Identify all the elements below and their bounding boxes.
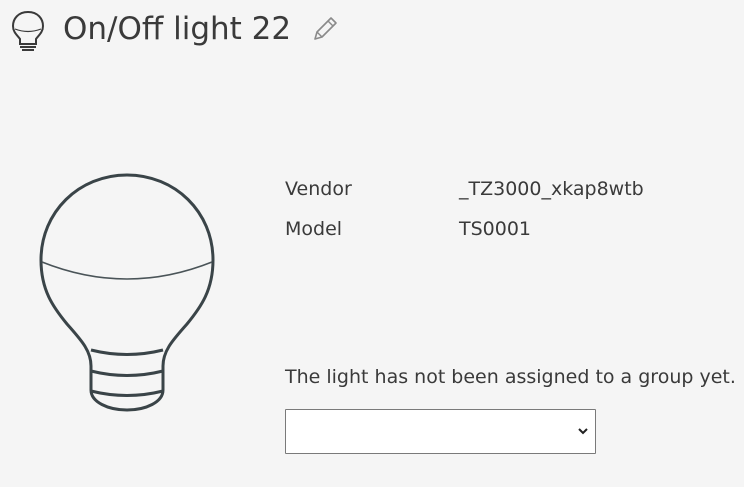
group-status-text: The light has not been assigned to a gro… xyxy=(285,366,736,388)
lightbulb-illustration xyxy=(39,173,215,412)
lightbulb-icon xyxy=(11,10,45,51)
page-title: On/Off light 22 xyxy=(63,11,292,47)
pencil-icon[interactable] xyxy=(310,14,340,44)
chevron-down-icon xyxy=(578,428,588,435)
model-label: Model xyxy=(285,218,343,240)
vendor-label: Vendor xyxy=(285,178,352,200)
vendor-value: _TZ3000_xkap8wtb xyxy=(459,178,644,200)
page-header: On/Off light 22 xyxy=(0,0,744,60)
group-select[interactable] xyxy=(285,409,596,454)
model-value: TS0001 xyxy=(459,218,532,240)
